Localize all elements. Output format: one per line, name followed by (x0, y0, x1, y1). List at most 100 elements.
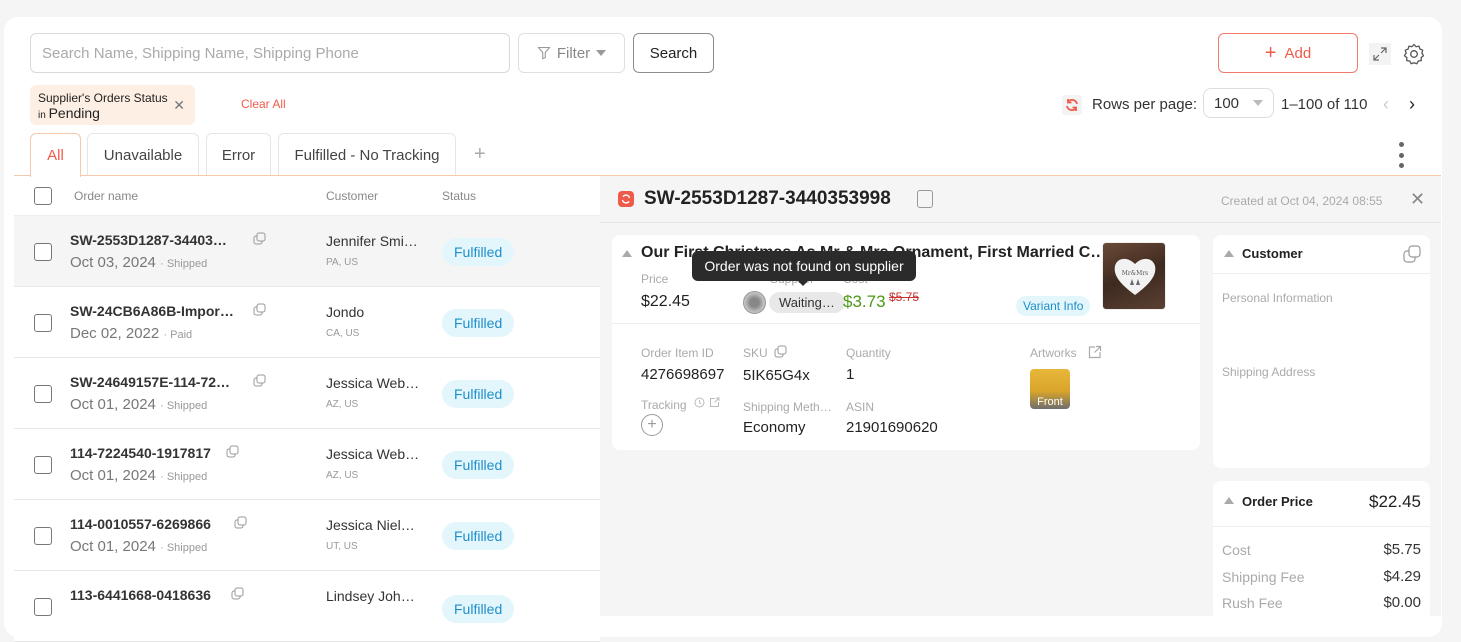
customer-name: Jessica Web… (326, 446, 420, 462)
copy-icon[interactable] (253, 303, 266, 316)
order-date: Dec 02, 2022 (70, 325, 160, 342)
row-checkbox[interactable] (34, 456, 52, 474)
product-image[interactable]: Mr&Mrs (1102, 242, 1166, 310)
copy-icon[interactable] (253, 232, 266, 245)
quantity-label: Quantity (846, 346, 891, 360)
order-name: 114-0010557-6269866 (70, 516, 211, 532)
column-status: Status (442, 189, 477, 203)
filter-button[interactable]: Filter (518, 33, 625, 73)
add-button[interactable]: + Add (1218, 33, 1358, 73)
status-badge: Fulfilled (442, 238, 515, 266)
tab-error[interactable]: Error (206, 133, 271, 176)
table-row[interactable]: 114-7224540-1917817 Oct 01, 2024 · Shipp… (14, 429, 600, 500)
document-icon[interactable] (917, 190, 933, 208)
order-name: 113-6441668-0418636 (70, 587, 211, 603)
chip-close-icon[interactable]: ✕ (173, 97, 185, 114)
external-link-icon[interactable] (709, 397, 720, 408)
item-cost: $3.73 (843, 292, 886, 311)
copy-icon[interactable] (234, 516, 247, 529)
tab-all[interactable]: All (30, 133, 81, 177)
column-customer: Customer (326, 189, 379, 203)
row-checkbox[interactable] (34, 385, 52, 403)
search-input[interactable] (31, 34, 509, 72)
chip-operator: in (38, 110, 46, 121)
copy-icon[interactable] (231, 587, 244, 600)
customer-name: Jennifer Smi… (326, 233, 418, 249)
row-checkbox[interactable] (34, 243, 52, 261)
tab-unavailable[interactable]: Unavailable (87, 133, 199, 176)
item-cost-original: $5.75 (889, 290, 920, 304)
order-date: Oct 01, 2024 (70, 538, 156, 555)
tab-fulfilled-no-tracking[interactable]: Fulfilled - No Tracking (278, 133, 456, 176)
refresh-icon[interactable] (1062, 95, 1082, 115)
external-link-icon[interactable] (1087, 345, 1102, 360)
table-row[interactable]: SW-2553D1287-34403… Oct 03, 2024 · Shipp… (14, 216, 600, 287)
status-badge: Fulfilled (442, 380, 515, 408)
customer-location: AZ, US (326, 470, 359, 481)
table-row[interactable]: SW-24CB6A86B-Impor… Dec 02, 2022 · Paid … (14, 287, 600, 358)
column-order-name: Order name (74, 189, 139, 203)
pagination-range: 1–100 of 110 (1281, 96, 1368, 113)
order-price-total: $22.45 (1369, 492, 1421, 511)
prev-page-icon[interactable]: ‹ (1383, 94, 1389, 115)
copy-icon[interactable] (253, 374, 266, 387)
status-badge: Fulfilled (442, 309, 515, 337)
order-substatus: Shipped (166, 400, 208, 412)
copy-icon[interactable] (774, 345, 787, 358)
row-checkbox[interactable] (34, 527, 52, 545)
table-row[interactable]: 114-0010557-6269866 Oct 01, 2024 · Shipp… (14, 500, 600, 571)
clear-all-link[interactable]: Clear All (241, 97, 286, 111)
collapse-icon[interactable] (1224, 250, 1234, 257)
rows-per-page-select[interactable]: 100 (1203, 88, 1274, 118)
more-options-icon[interactable] (1396, 142, 1406, 168)
chip-field: Supplier's Orders Status (38, 91, 168, 105)
copy-icon[interactable] (1403, 245, 1421, 263)
list-header: Order name Customer Status (14, 176, 600, 216)
next-page-icon[interactable]: › (1409, 94, 1415, 115)
collapse-icon[interactable] (1224, 497, 1234, 504)
supplier-status-badge[interactable]: Waiting… (769, 292, 845, 313)
customer-location: UT, US (326, 541, 358, 552)
add-tab-button[interactable]: + (474, 143, 486, 166)
search-button[interactable]: Search (633, 33, 714, 73)
add-tracking-button[interactable]: + (641, 414, 663, 436)
clock-icon[interactable] (694, 397, 705, 408)
filter-chip: Supplier's Orders Status in Pending ✕ (30, 85, 195, 125)
shipping-method-value: Economy (743, 419, 806, 436)
select-all-checkbox[interactable] (34, 187, 52, 205)
gear-icon[interactable] (1400, 40, 1428, 68)
tracking-label: Tracking (641, 398, 687, 412)
row-checkbox[interactable] (34, 598, 52, 616)
order-name: SW-24649157E-114-72… (70, 374, 231, 390)
sku-value: 5IK65G4x (743, 367, 810, 384)
status-badge: Fulfilled (442, 595, 515, 623)
copy-icon[interactable] (226, 445, 239, 458)
table-row[interactable]: SW-24649157E-114-72… Oct 01, 2024 · Ship… (14, 358, 600, 429)
expand-icon[interactable] (1369, 43, 1391, 65)
row-checkbox[interactable] (34, 314, 52, 332)
plus-icon: + (1264, 42, 1277, 64)
price-line-label: Cost (1222, 542, 1251, 558)
rows-per-page-value: 100 (1214, 94, 1240, 112)
order-name: SW-2553D1287-34403… (70, 232, 227, 248)
price-label: Price (641, 272, 669, 286)
customer-name: Lindsey Joh… (326, 588, 415, 604)
shipping-method-label: Shipping Meth… (743, 400, 832, 414)
chip-value: Pending (48, 105, 100, 121)
search-field[interactable] (30, 33, 510, 73)
add-label: Add (1284, 44, 1312, 62)
funnel-icon (537, 46, 551, 60)
artwork-thumbnail[interactable]: Front (1030, 369, 1070, 409)
table-row[interactable]: 113-6441668-0418636 Lindsey Joh… Fulfill… (14, 571, 600, 642)
close-icon[interactable]: ✕ (1410, 189, 1425, 210)
filter-label: Filter (556, 44, 591, 62)
price-line-value: $0.00 (1383, 594, 1421, 611)
customer-name: Jessica Web… (326, 375, 420, 391)
order-date: Oct 01, 2024 (70, 467, 156, 484)
quantity-value: 1 (846, 366, 855, 383)
order-price-title: Order Price (1242, 494, 1313, 509)
order-item-id: 4276698697 (641, 366, 725, 383)
collapse-icon[interactable] (622, 250, 632, 257)
variant-info-badge[interactable]: Variant Info (1016, 296, 1091, 316)
personal-info-label: Personal Information (1222, 291, 1333, 305)
